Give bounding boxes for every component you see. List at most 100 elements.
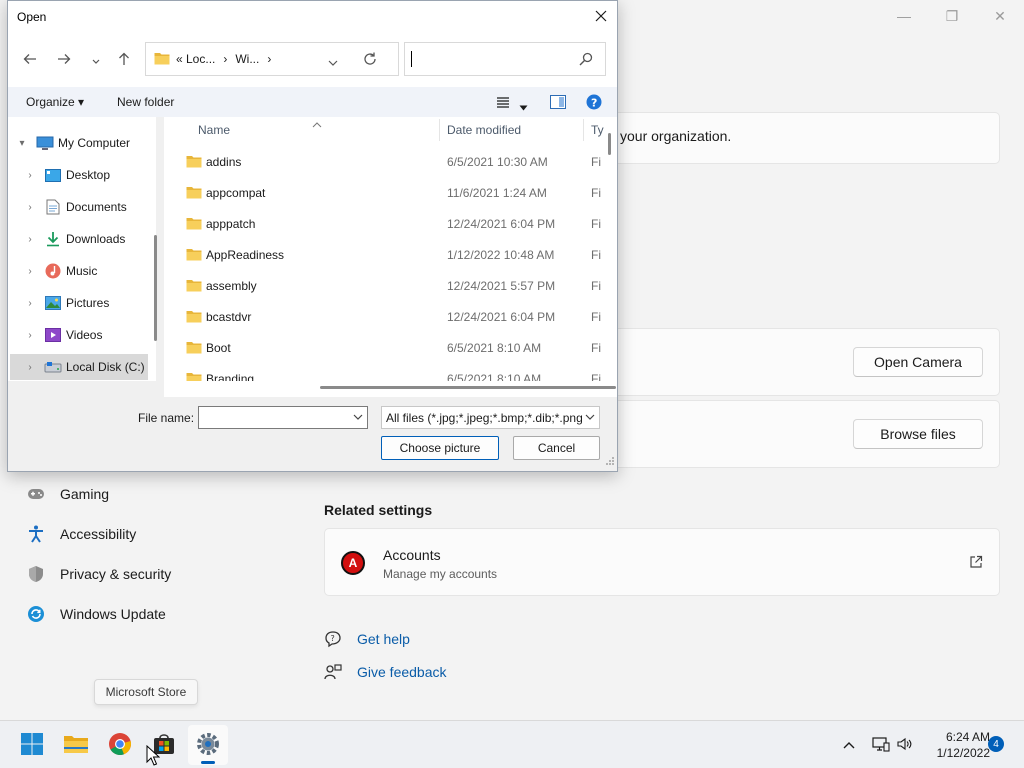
network-button[interactable] [872,721,890,768]
breadcrumb-item-windows[interactable]: Wi... [235,52,259,66]
file-name-input[interactable] [198,406,368,429]
file-type: Fi [591,186,601,200]
documents-icon [44,199,62,215]
back-button[interactable] [20,50,40,70]
tree-item-pictures[interactable]: › Pictures [10,290,148,316]
dialog-close-button[interactable] [585,1,617,33]
recent-locations-button[interactable] [86,50,106,70]
file-list-vertical-scrollbar[interactable] [608,133,611,155]
tree-item-label: Documents [66,200,127,214]
give-feedback-link[interactable]: Give feedback [324,662,447,682]
column-header-date[interactable]: Date modified [447,117,521,143]
file-list-horizontal-scrollbar[interactable] [164,381,617,397]
taskbar-file-explorer[interactable] [56,725,96,765]
tree-item-label: Downloads [66,232,126,246]
volume-button[interactable] [897,721,913,768]
accounts-card[interactable]: A Accounts Manage my accounts [324,528,1000,596]
view-options-dropdown-icon[interactable] [519,99,528,114]
sort-ascending-icon [312,117,322,131]
navigation-pane-scrollbar[interactable] [154,235,157,341]
tree-item-local-disk[interactable]: › Local Disk (C:) [10,354,148,380]
chevron-right-icon[interactable]: › [22,234,38,245]
file-date: 6/5/2021 8:10 AM [447,341,542,355]
arrow-right-icon [57,53,71,68]
search-input[interactable] [404,42,606,76]
file-row[interactable]: bcastdvr 12/24/2021 6:04 PM Fi [164,302,617,333]
tree-item-music[interactable]: › Music [10,258,148,284]
file-row[interactable]: Branding 6/5/2021 8:10 AM Fi [164,364,617,381]
nav-item-accessibility[interactable]: Accessibility [26,520,136,548]
chevron-up-icon [842,738,856,753]
chevron-down-icon[interactable]: ▾ [14,138,30,149]
chevron-right-icon[interactable]: › [22,202,38,213]
file-row[interactable]: addins 6/5/2021 10:30 AM Fi [164,147,617,178]
chevron-right-icon[interactable]: › [22,298,38,309]
tree-item-desktop[interactable]: › Desktop [10,162,148,188]
chevron-right-icon[interactable]: › [22,170,38,181]
cancel-button[interactable]: Cancel [513,436,600,460]
refresh-icon[interactable] [362,51,378,70]
get-help-link[interactable]: ? Get help [324,629,410,649]
nav-item-gaming[interactable]: Gaming [26,480,109,508]
file-row[interactable]: assembly 12/24/2021 5:57 PM Fi [164,271,617,302]
desktop-icon [44,167,62,183]
dialog-titlebar[interactable]: Open [8,1,617,33]
tree-item-downloads[interactable]: › Downloads [10,226,148,252]
taskbar-settings[interactable] [188,725,228,765]
up-button[interactable] [114,50,134,70]
address-bar[interactable]: « Loc... › Wi... › [145,42,399,76]
column-header-name[interactable]: Name [198,117,230,143]
maximize-button[interactable]: ❐ [928,0,976,32]
column-header-type[interactable]: Ty [591,117,604,143]
taskbar-clock[interactable]: 6:24 AM 1/12/2022 [922,729,990,761]
navigation-pane: ▾ My Computer › Desktop › Documents › Do… [8,117,156,381]
close-window-button[interactable]: ✕ [976,0,1024,32]
view-list-icon[interactable] [496,96,510,111]
forward-button[interactable] [54,50,74,70]
tree-item-documents[interactable]: › Documents [10,194,148,220]
file-row[interactable]: apppatch 12/24/2021 6:04 PM Fi [164,209,617,240]
file-row[interactable]: Boot 6/5/2021 8:10 AM Fi [164,333,617,364]
file-row[interactable]: AppReadiness 1/12/2022 10:48 AM Fi [164,240,617,271]
folder-icon [186,155,202,171]
breadcrumb-item-local[interactable]: « Loc... [176,52,215,66]
nav-item-windows-update[interactable]: Windows Update [26,600,166,628]
chevron-right-icon[interactable]: › [22,362,38,373]
related-settings-heading: Related settings [324,502,433,518]
tree-item-my-computer[interactable]: ▾ My Computer [10,130,148,156]
resize-grip-icon[interactable] [605,454,615,469]
folder-icon [186,310,202,326]
column-separator[interactable] [439,119,440,141]
start-button[interactable] [12,725,52,765]
breadcrumb-separator[interactable]: › [223,52,227,66]
scrollbar-thumb[interactable] [320,386,616,389]
breadcrumb-separator[interactable]: › [267,52,271,66]
column-separator[interactable] [583,119,584,141]
tree-item-videos[interactable]: › Videos [10,322,148,348]
arrow-left-icon [23,53,37,68]
feedback-icon [324,663,344,681]
organize-button[interactable]: Organize ▾ [26,95,84,109]
mouse-cursor-icon [146,744,161,768]
nav-item-label: Gaming [60,486,110,502]
chevron-down-icon[interactable] [353,411,363,426]
tray-overflow-button[interactable] [842,721,856,768]
notification-badge[interactable]: 4 [988,736,1004,752]
nav-item-privacy[interactable]: Privacy & security [26,560,171,588]
svg-text:?: ? [331,634,335,643]
taskbar-chrome[interactable] [100,725,140,765]
file-type-filter-select[interactable]: All files (*.jpg;*.jpeg;*.bmp;*.dib;*.pn… [381,406,600,429]
browse-files-button[interactable]: Browse files [853,419,983,449]
choose-picture-button[interactable]: Choose picture [381,436,499,460]
preview-pane-icon[interactable] [550,95,566,112]
minimize-button[interactable]: — [880,0,928,32]
open-camera-button[interactable]: Open Camera [853,347,983,377]
chevron-right-icon[interactable]: › [22,266,38,277]
address-dropdown-icon[interactable] [328,54,338,69]
file-type-filter-value: All files (*.jpg;*.jpeg;*.bmp;*.dib;*.pn… [386,411,582,425]
help-icon[interactable]: ? [586,94,602,113]
new-folder-button[interactable]: New folder [117,95,174,109]
file-row[interactable]: appcompat 11/6/2021 1:24 AM Fi [164,178,617,209]
chevron-right-icon[interactable]: › [22,330,38,341]
dialog-toolbar: Organize ▾ New folder ? [8,87,617,117]
